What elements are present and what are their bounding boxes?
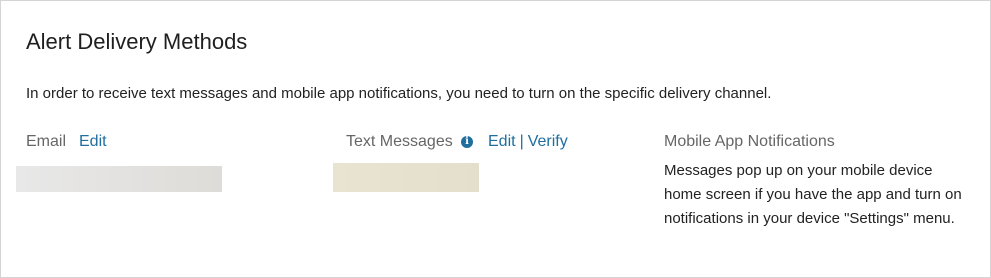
delivery-description: In order to receive text messages and mo… xyxy=(26,85,772,102)
info-icon[interactable]: i xyxy=(461,136,473,148)
alert-delivery-panel: Alert Delivery Methods In order to recei… xyxy=(0,0,991,278)
text-messages-edit-link[interactable]: Edit xyxy=(488,133,516,150)
phone-value-redacted xyxy=(333,163,479,192)
text-messages-label: Text Messages xyxy=(346,133,453,150)
email-edit-link[interactable]: Edit xyxy=(79,132,107,152)
mobile-app-description: Messages pop up on your mobile device ho… xyxy=(664,162,962,227)
email-value-redacted xyxy=(16,166,222,192)
mobile-app-label: Mobile App Notifications xyxy=(664,133,835,150)
text-messages-actions: Edit | Verify xyxy=(488,132,568,152)
text-messages-verify-link[interactable]: Verify xyxy=(528,133,568,150)
page-title: Alert Delivery Methods xyxy=(26,29,248,54)
link-separator: | xyxy=(519,133,524,150)
email-label: Email xyxy=(26,133,67,150)
